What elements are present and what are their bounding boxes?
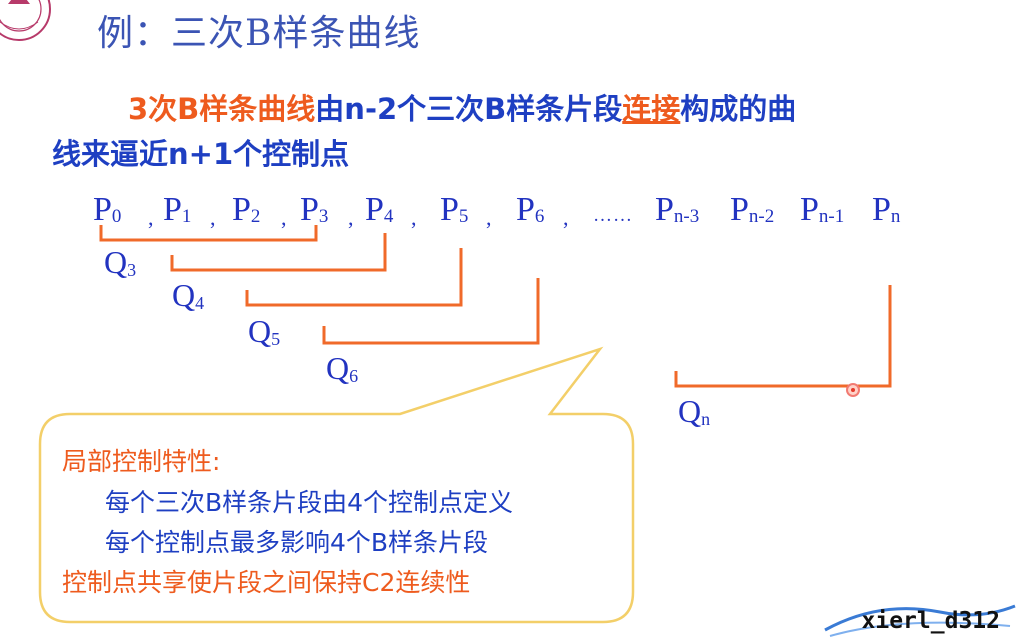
intro-highlight-curve: 3次B样条曲线 [128, 92, 316, 126]
bracket-q5 [245, 248, 463, 307]
page-title: 例：三次B样条曲线 [97, 13, 421, 54]
separator: , [563, 205, 569, 230]
callout-line-2: 每个控制点最多影响4个B样条片段 [105, 528, 489, 557]
control-point-p0: P0 [93, 191, 122, 228]
watermark: xierl_d312 [861, 608, 1000, 634]
control-point-p6: P6 [516, 191, 545, 228]
intro-line-1: 3次B样条曲线由n-2个三次B样条片段连接构成的曲 [128, 86, 796, 128]
separator: , [210, 205, 216, 230]
control-point-pn-3: Pn-3 [655, 191, 700, 228]
separator: , [148, 205, 154, 230]
control-point-p2: P2 [232, 191, 261, 228]
separator: , [411, 205, 417, 230]
bracket-qn [674, 285, 892, 388]
university-logo [0, 0, 51, 41]
control-point-pn: Pn [872, 191, 901, 228]
intro-line-2: 线来逼近n+1个控制点 [52, 137, 350, 171]
separator: , [281, 205, 287, 230]
segment-label-qn: Qn [678, 393, 711, 429]
bracket-q6 [322, 278, 540, 345]
segment-label-q5: Q5 [248, 313, 281, 349]
ellipsis: …… [593, 205, 633, 226]
intro-highlight-connect: 连接 [622, 92, 681, 126]
segment-label-q3: Q3 [104, 244, 137, 280]
bracket-q4 [170, 233, 387, 272]
callout-line-1: 每个三次B样条片段由4个控制点定义 [105, 488, 514, 517]
intro-text-b: 构成的曲 [680, 92, 797, 126]
intro-text-a: 由n-2个三次B样条片段 [315, 92, 623, 126]
segment-label-q6: Q6 [326, 350, 359, 386]
callout-line-3: 控制点共享使片段之间保持C2连续性 [62, 568, 471, 597]
control-point-p4: P4 [365, 191, 394, 228]
callout-title: 局部控制特性: [62, 447, 221, 476]
control-point-p1: P1 [163, 191, 192, 228]
separator: , [486, 205, 492, 230]
separator: , [348, 205, 354, 230]
control-point-pn-2: Pn-2 [730, 191, 775, 228]
control-point-p3: P3 [300, 191, 329, 228]
cursor-marker [846, 383, 860, 397]
control-point-pn-1: Pn-1 [800, 191, 845, 228]
control-point-p5: P5 [440, 191, 469, 228]
segment-label-q4: Q4 [172, 277, 205, 313]
